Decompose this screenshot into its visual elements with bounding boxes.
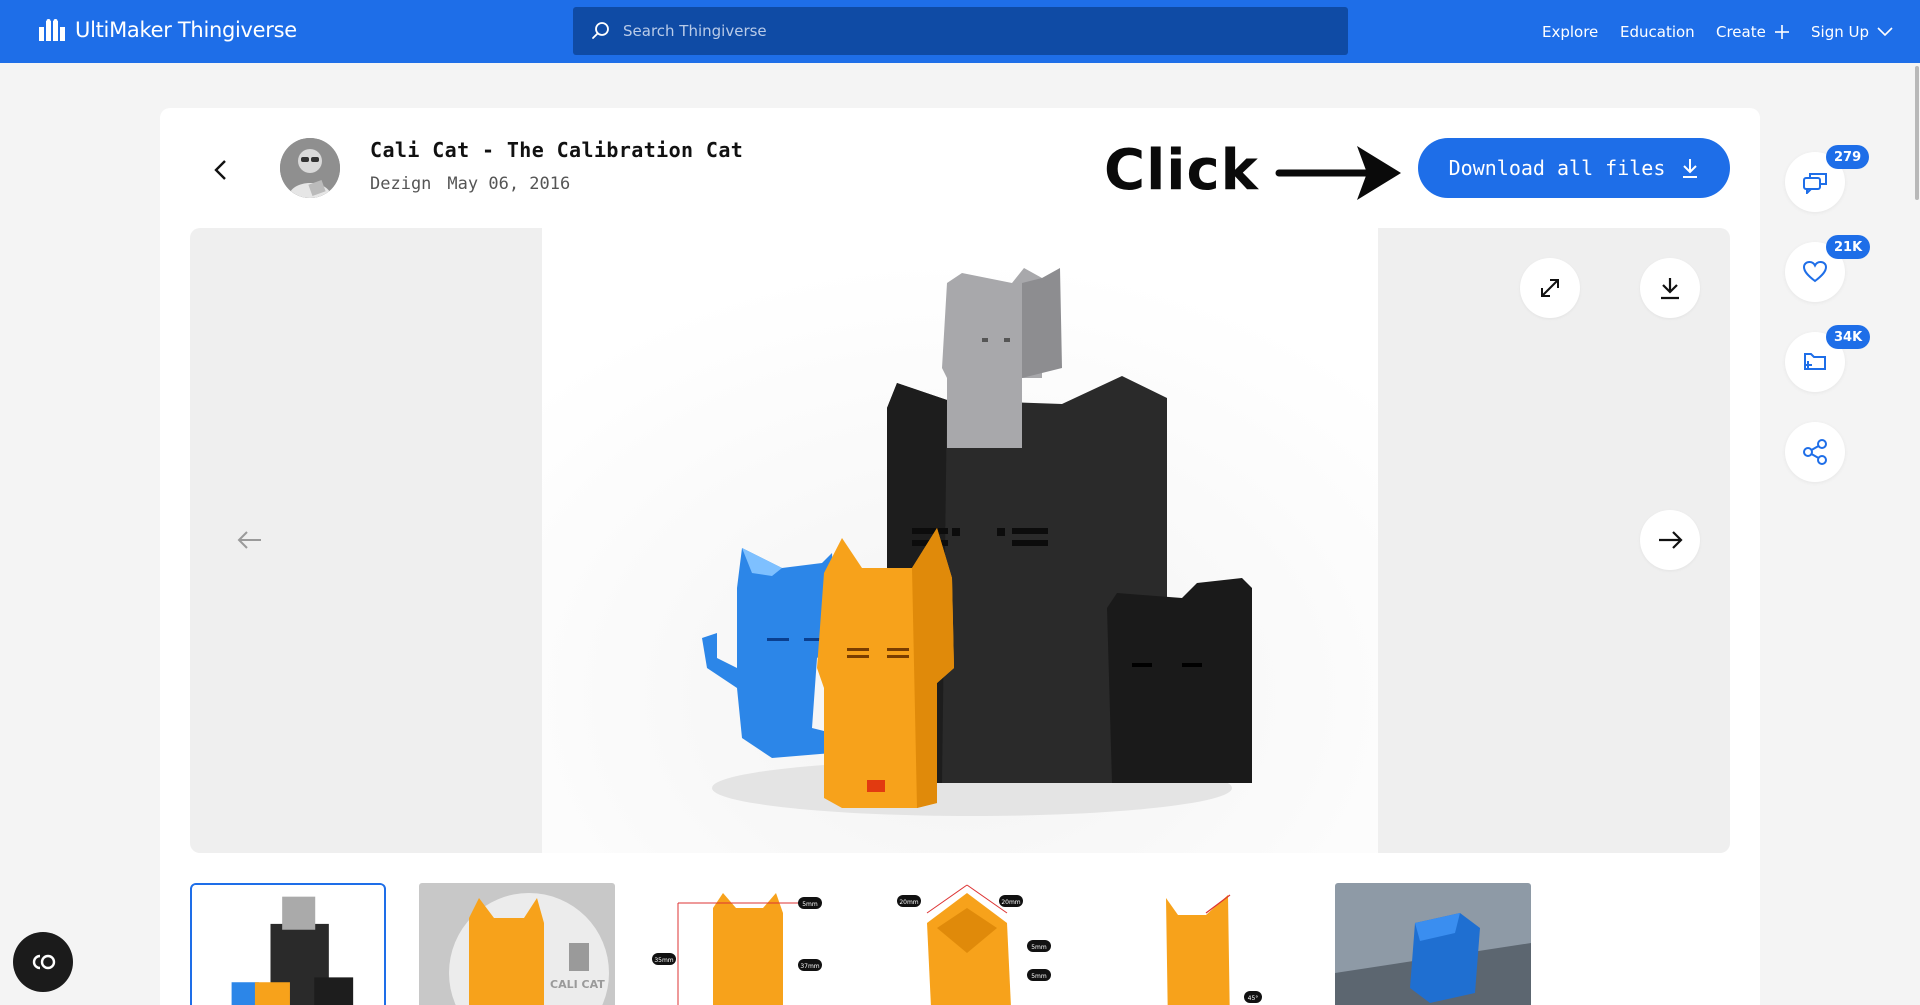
scrollbar-thumb[interactable] (1915, 66, 1919, 200)
search-bar[interactable] (573, 7, 1348, 55)
fullscreen-button[interactable] (1520, 258, 1580, 318)
thumb-4-label-2: 20mm (1001, 899, 1020, 906)
nav-create-label: Create (1716, 22, 1766, 41)
expand-icon (1541, 279, 1559, 297)
thumb-3-label-3: 37mm (800, 963, 819, 970)
likes-count-badge: 21K (1826, 235, 1871, 259)
thumbnail-1[interactable] (190, 883, 386, 1005)
thumb-4-label-3: 5mm (1031, 944, 1047, 951)
top-navigation-bar: UltiMaker Thingiverse Explore Education … (0, 0, 1920, 63)
main-photo[interactable] (542, 228, 1378, 853)
thumbnail-6[interactable] (1335, 883, 1531, 1005)
thumbnail-image (192, 885, 384, 1005)
thumbnail-image: 45° (1106, 883, 1302, 1005)
publish-date: May 06, 2016 (447, 174, 571, 194)
download-icon (1683, 159, 1698, 178)
nav-create-menu[interactable]: Create (1716, 0, 1790, 63)
plus-icon (1774, 24, 1789, 39)
image-viewer (190, 228, 1730, 853)
thumbnail-image (1335, 883, 1531, 1005)
site-logo[interactable]: UltiMaker Thingiverse (39, 18, 297, 42)
download-all-files-button[interactable]: Download all files (1418, 138, 1730, 198)
click-annotation: Click (1104, 138, 1259, 203)
thumbnail-4[interactable]: 20mm 20mm 5mm 5mm (877, 883, 1073, 1005)
thing-title: Cali Cat - The Calibration Cat (370, 138, 744, 162)
nav-signup-menu[interactable]: Sign Up (1811, 0, 1893, 63)
thumb-3-label-1: 5mm (802, 901, 818, 908)
share-icon (1803, 439, 1827, 465)
previous-image-button[interactable] (220, 510, 280, 570)
thing-meta: Dezign May 06, 2016 (370, 174, 570, 194)
author-avatar[interactable] (280, 138, 340, 198)
arrow-left-icon (237, 531, 261, 549)
author-name-link[interactable]: Dezign (370, 174, 431, 194)
arrow-right-icon (1659, 531, 1683, 549)
thumbnail-5[interactable]: 45° (1106, 883, 1302, 1005)
folder-plus-icon (1804, 353, 1826, 370)
cali-cats-photo (542, 228, 1378, 853)
thumbnail-strip: CALI CAT 5mm 35mm 37mm 20mm 20mm 5mm 5mm… (190, 883, 1730, 1005)
share-button[interactable] (1785, 422, 1845, 482)
thumbnail-2[interactable]: CALI CAT (419, 883, 615, 1005)
cookie-consent-icon (32, 954, 56, 970)
thumbnail-3[interactable]: 5mm 35mm 37mm (648, 883, 844, 1005)
download-icon (1661, 278, 1679, 300)
chevron-down-icon (1877, 26, 1893, 36)
nav-signup-label: Sign Up (1811, 22, 1869, 41)
download-all-label: Download all files (1448, 156, 1666, 180)
download-image-button[interactable] (1640, 258, 1700, 318)
nav-education-link[interactable]: Education (1620, 0, 1695, 63)
thumb-4-label-1: 20mm (899, 899, 918, 906)
thumb-3-label-2: 35mm (654, 957, 673, 964)
chevron-left-icon (214, 160, 226, 180)
privacy-settings-button[interactable] (13, 932, 73, 992)
comments-count-badge: 279 (1826, 145, 1870, 169)
thumbnail-image: 20mm 20mm 5mm 5mm (877, 883, 1073, 1005)
collections-count-badge: 34K (1826, 325, 1871, 349)
thumb-2-label: CALI CAT (550, 978, 605, 991)
brand-name: UltiMaker Thingiverse (75, 18, 297, 42)
next-image-button[interactable] (1640, 510, 1700, 570)
search-input[interactable] (623, 22, 1323, 40)
back-button[interactable] (200, 150, 240, 190)
right-arrow-annotation-icon (1275, 146, 1401, 200)
user-avatar-icon (280, 138, 340, 198)
ultimaker-logo-icon (39, 19, 65, 41)
thing-card: Cali Cat - The Calibration Cat Dezign Ma… (160, 108, 1760, 1005)
thumbnail-image: CALI CAT (419, 883, 615, 1005)
nav-explore-link[interactable]: Explore (1542, 0, 1598, 63)
scrollbar-track[interactable] (1914, 63, 1920, 1005)
heart-icon (1802, 260, 1828, 283)
search-icon (592, 22, 609, 39)
thumb-5-label: 45° (1248, 995, 1259, 1002)
thumbnail-image: 5mm 35mm 37mm (648, 883, 844, 1005)
comments-icon (1803, 173, 1827, 194)
thumb-4-label-4: 5mm (1031, 973, 1047, 980)
